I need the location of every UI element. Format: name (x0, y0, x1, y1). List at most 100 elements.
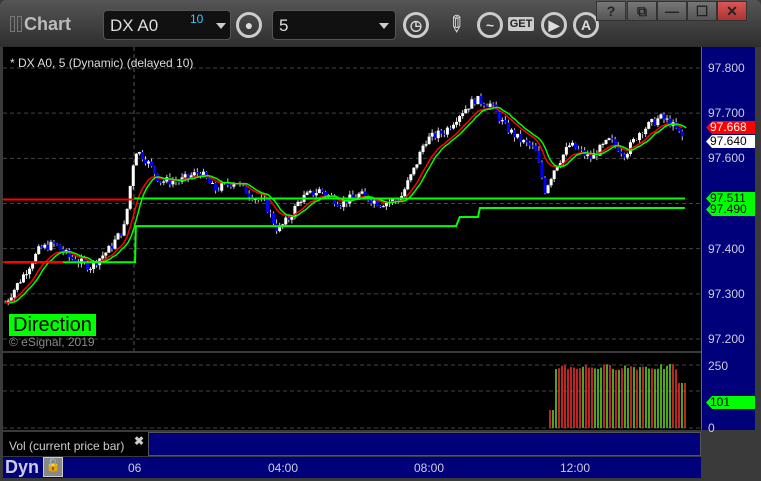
candle (458, 116, 462, 122)
maximize-button[interactable]: ☐ (687, 1, 717, 21)
candle (363, 191, 367, 196)
candle (107, 245, 111, 253)
candle (137, 152, 141, 154)
candle (46, 244, 50, 251)
candle (546, 185, 550, 194)
candle (467, 108, 471, 110)
pencil-icon[interactable]: ✎ (434, 4, 476, 46)
lock-icon[interactable]: 🔓 (43, 457, 63, 477)
candle (516, 133, 520, 138)
candle (519, 133, 523, 143)
candle (406, 180, 410, 190)
minimize-button[interactable]: — (657, 1, 687, 21)
candle (403, 189, 407, 197)
chevron-down-icon[interactable] (379, 23, 389, 29)
candle (186, 174, 190, 178)
candle (491, 103, 495, 105)
close-study-icon[interactable]: ✖ (134, 434, 144, 448)
candle (275, 223, 279, 232)
volume-title-bar (148, 432, 701, 456)
price-tag: 97.640 (706, 135, 756, 148)
candle (52, 241, 56, 244)
clock-icon[interactable]: ◷ (403, 12, 429, 38)
candle (320, 189, 324, 192)
candle (305, 192, 309, 195)
candle (485, 105, 489, 107)
candle (287, 217, 291, 220)
time-label: 12:00 (560, 461, 591, 475)
candle (43, 244, 47, 248)
chevron-down-icon[interactable] (216, 23, 226, 29)
price-chart[interactable]: * DX A0, 5 (Dynamic) (delayed 10) Direct… (3, 47, 701, 351)
copyright: © eSignal, 2019 (9, 335, 95, 349)
close-button[interactable]: ✕ (717, 1, 747, 21)
candle (564, 147, 568, 155)
candle (580, 149, 584, 151)
candle (601, 143, 605, 145)
candle (269, 212, 273, 214)
candle (418, 151, 422, 165)
get-button[interactable]: GET (507, 17, 535, 31)
candle (653, 119, 657, 126)
candle (101, 255, 105, 259)
candle (311, 190, 315, 196)
candle (299, 201, 303, 203)
candle (531, 145, 535, 147)
candle (604, 139, 608, 144)
volume-label: 250 (708, 359, 729, 373)
link-button[interactable]: ⧉ (627, 1, 657, 21)
candle (336, 204, 340, 207)
candle (122, 224, 126, 236)
candle (537, 150, 541, 163)
candle (104, 252, 108, 256)
candle (174, 180, 178, 182)
candle (677, 128, 681, 132)
candle (500, 120, 504, 122)
candle (586, 154, 590, 157)
candle (644, 128, 648, 135)
candle (513, 129, 517, 138)
study-icon[interactable]: ~ (477, 12, 503, 38)
candle (339, 206, 343, 208)
candle (461, 113, 465, 117)
candle (439, 130, 443, 134)
title-bar: Chart DX A0 10 ● 5 ◷ ✎ ~ GET ▶ A ? ⧉ — ☐ … (0, 0, 761, 47)
candle (119, 233, 123, 236)
candle (482, 103, 486, 106)
candle (650, 119, 654, 123)
help-button[interactable]: ? (596, 1, 626, 21)
candle (15, 283, 19, 290)
candle (351, 194, 355, 198)
candle (89, 268, 93, 270)
candle (177, 181, 181, 183)
candle (421, 145, 425, 152)
play-icon[interactable]: ▶ (541, 12, 567, 38)
candle (153, 166, 157, 175)
dynamic-label: Dyn (5, 457, 40, 477)
candle (659, 114, 663, 119)
settings-gear-icon[interactable]: ● (236, 12, 262, 38)
candle (18, 282, 22, 284)
volume-pane[interactable] (3, 353, 701, 430)
candle (220, 183, 224, 191)
candle (134, 153, 138, 166)
candle (436, 130, 440, 139)
candle (314, 193, 318, 196)
candle (680, 131, 684, 137)
interval-input[interactable]: 5 (272, 10, 396, 40)
price-label: 97.300 (708, 286, 745, 301)
candle (128, 185, 132, 209)
candle (638, 133, 642, 141)
price-axis[interactable]: 97.800 97.700 97.600 97.400 97.300 97.200 97.6… (701, 47, 756, 435)
time-label: 06 (128, 461, 142, 475)
candle (317, 189, 321, 194)
candle (613, 139, 617, 146)
candle (372, 200, 376, 204)
price-label: 97.800 (708, 61, 745, 75)
time-axis[interactable]: Dyn 🔓 06 04:00 08:00 12:00 (3, 457, 701, 478)
candle (378, 206, 382, 208)
candle (543, 177, 547, 194)
symbol-input[interactable]: DX A0 10 (103, 10, 231, 40)
candle (217, 190, 221, 192)
candle (125, 208, 129, 225)
